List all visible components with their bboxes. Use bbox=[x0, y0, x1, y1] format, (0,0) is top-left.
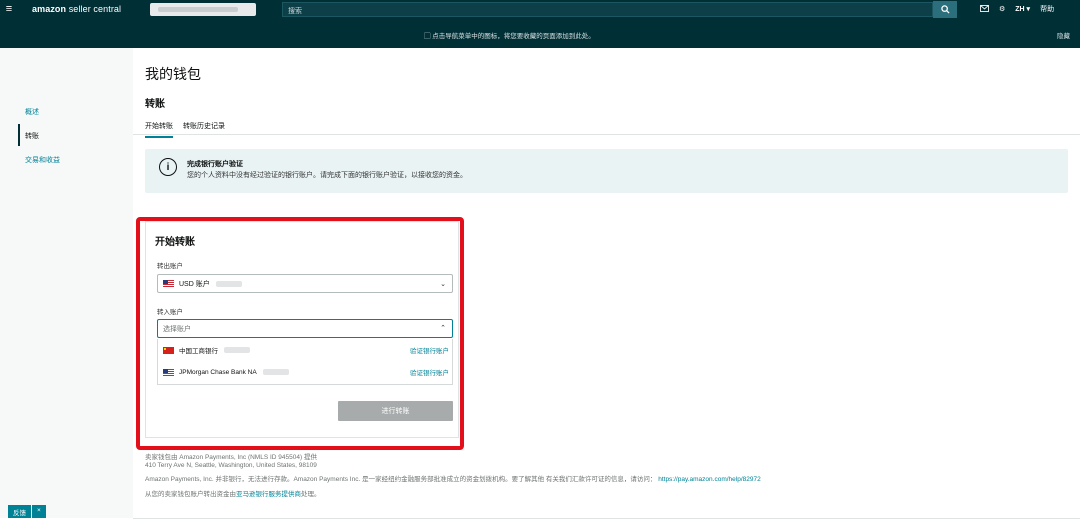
page-title: 我的钱包 bbox=[145, 66, 201, 82]
notice-message: ▢ 点击导航菜单中的图标，将您要收藏的页面添加到此处。 bbox=[424, 33, 595, 40]
search-input[interactable]: 搜索 bbox=[282, 2, 933, 17]
help-link[interactable]: 帮助 bbox=[1040, 4, 1054, 14]
store-selector[interactable] bbox=[150, 3, 256, 16]
notice-bar: ▢ 点击导航菜单中的图标，将您要收藏的页面添加到此处。 隐藏 bbox=[0, 18, 1080, 48]
sidebar bbox=[0, 48, 133, 518]
logo-bold: amazon bbox=[32, 4, 67, 14]
footer-line: 410 Terry Ave N, Seattle, Washington, Un… bbox=[145, 462, 317, 469]
tab-transfer-history[interactable]: 转账历史记录 bbox=[183, 121, 225, 138]
mail-icon[interactable] bbox=[980, 4, 989, 14]
hide-notice-button[interactable]: 隐藏 bbox=[1057, 30, 1070, 40]
footer-line: 卖家钱包由 Amazon Payments, Inc (NMLS ID 9455… bbox=[145, 454, 317, 461]
section-title: 转账 bbox=[145, 99, 165, 110]
language-selector[interactable]: ZH ▾ bbox=[1015, 5, 1030, 13]
footer-line: 从您的卖家钱包账户转出资金由亚马逊银行服务提供商处理。 bbox=[145, 488, 321, 498]
sidebar-item-transfer[interactable]: 转账 bbox=[25, 131, 39, 141]
info-alert: i 完成银行账户验证 您的个人资料中没有经过验证的银行账户。请完成下面的银行账户… bbox=[145, 149, 1068, 193]
bank-provider-link[interactable]: 亚马逊银行服务提供商 bbox=[236, 491, 301, 498]
info-icon: i bbox=[159, 158, 177, 176]
tab-bar: 开始转账 转账历史记录 bbox=[145, 121, 235, 138]
footer-line: Amazon Payments, Inc. 并非银行，无法进行存款。Amazon… bbox=[145, 473, 761, 483]
sidebar-item-overview[interactable]: 概述 bbox=[25, 107, 39, 117]
bottom-divider bbox=[133, 518, 1080, 519]
tab-divider bbox=[133, 134, 1080, 135]
license-link[interactable]: https://pay.amazon.com/help/82972 bbox=[658, 476, 761, 483]
close-icon[interactable]: × bbox=[32, 505, 46, 518]
gear-icon[interactable]: ⚙ bbox=[999, 5, 1005, 13]
sidebar-item-transactions[interactable]: 交易和收益 bbox=[25, 155, 60, 165]
footer-text: 处理。 bbox=[301, 491, 321, 498]
logo-light: seller central bbox=[66, 4, 122, 14]
hamburger-icon[interactable]: ≡ bbox=[0, 0, 18, 18]
footer-text: 从您的卖家钱包账户转出资金由 bbox=[145, 491, 236, 498]
sidebar-active-indicator bbox=[18, 124, 20, 146]
store-name-redacted bbox=[158, 7, 238, 12]
logo[interactable]: amazon seller central bbox=[32, 4, 121, 14]
highlight-frame bbox=[136, 217, 464, 450]
top-actions: ⚙ ZH ▾ 帮助 bbox=[980, 0, 1064, 18]
top-nav: ≡ amazon seller central 搜索 ⚙ ZH ▾ 帮助 bbox=[0, 0, 1080, 18]
footer-text: Amazon Payments, Inc. 并非银行，无法进行存款。Amazon… bbox=[145, 476, 657, 483]
search-icon[interactable] bbox=[933, 1, 957, 18]
feedback-button[interactable]: 反馈 bbox=[8, 505, 31, 518]
alert-title: 完成银行账户验证 bbox=[187, 161, 243, 168]
tab-start-transfer[interactable]: 开始转账 bbox=[145, 121, 173, 138]
alert-text: 您的个人资料中没有经过验证的银行账户。请完成下面的银行账户验证，以接收您的资金。 bbox=[187, 172, 467, 179]
feedback-widget: 反馈 × bbox=[8, 505, 46, 518]
